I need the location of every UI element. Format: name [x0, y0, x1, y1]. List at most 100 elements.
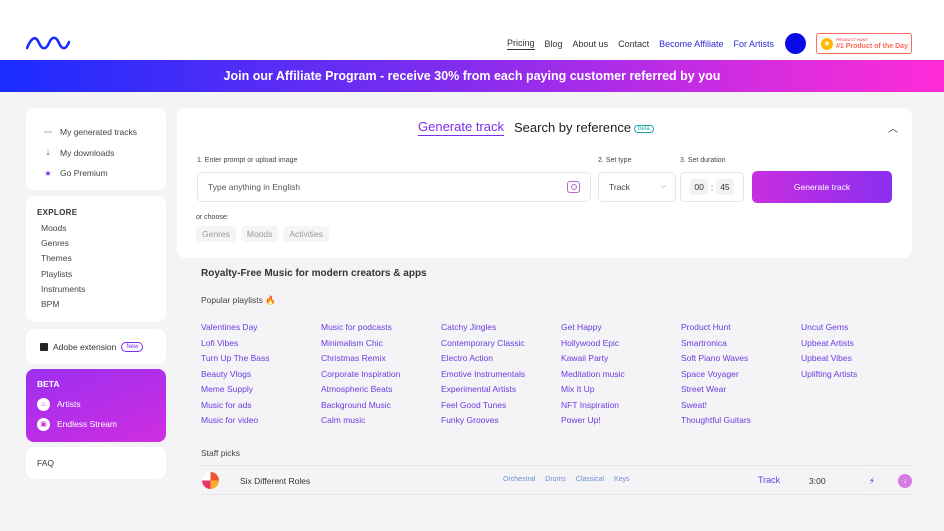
playlist-link[interactable]: Kawaii Party: [561, 353, 681, 369]
sidebar-item-endless-stream[interactable]: ▣ Endless Stream: [37, 414, 166, 434]
sidebar-item-instruments[interactable]: Instruments: [37, 284, 166, 299]
playlist-link[interactable]: Power Up!: [561, 415, 681, 431]
radio-icon: ▣: [37, 417, 50, 431]
playlist-link[interactable]: Upbeat Vibes: [801, 353, 921, 369]
playlist-link[interactable]: NFT Inspiration: [561, 400, 681, 416]
or-choose-label: or choose:: [196, 214, 229, 221]
playlist-link[interactable]: Lofi Vibes: [201, 338, 321, 354]
playlist-link[interactable]: Hollywood Epic: [561, 338, 681, 354]
sidebar-item-genres[interactable]: Genres: [37, 238, 166, 253]
track-row[interactable]: Six Different Roles Orchestral Drums Cla…: [201, 465, 912, 495]
label-type: 2. Set type: [598, 157, 632, 164]
track-type: Track: [758, 475, 781, 485]
playlist-link[interactable]: Turn Up The Bass: [201, 353, 321, 369]
medal-icon: ★: [821, 37, 833, 50]
playlist-link[interactable]: Corporate Inspiration: [321, 369, 441, 385]
sidebar-item-bpm[interactable]: BPM: [37, 299, 166, 314]
sidebar-item-themes[interactable]: Themes: [37, 253, 166, 268]
prompt-placeholder: Type anything in English: [208, 182, 301, 192]
track-tag[interactable]: Classical: [576, 476, 604, 483]
upload-image-icon[interactable]: [567, 181, 580, 193]
playlist-link[interactable]: Experimental Artists: [441, 384, 561, 400]
playlist-link[interactable]: Electro Action: [441, 353, 561, 369]
playlist-link[interactable]: Calm music: [321, 415, 441, 431]
sidebar-item-generated-tracks[interactable]: 〰 My generated tracks: [43, 122, 166, 143]
playlist-link[interactable]: Smartronica: [681, 338, 801, 354]
playlist-link[interactable]: Christmas Remix: [321, 353, 441, 369]
playlist-link[interactable]: Space Voyager: [681, 369, 801, 385]
chip-genres[interactable]: Genres: [196, 226, 236, 242]
chip-moods[interactable]: Moods: [240, 226, 279, 242]
playlist-link: [801, 400, 921, 416]
playlist-link[interactable]: Beauty Vlogs: [201, 369, 321, 385]
playlist-link[interactable]: Music for podcasts: [321, 322, 441, 338]
generate-track-button[interactable]: Generate track: [752, 171, 892, 203]
lightning-icon[interactable]: ⚡: [861, 471, 883, 491]
tab-generate-track[interactable]: Generate track: [418, 119, 504, 136]
track-tag[interactable]: Drums: [545, 476, 566, 483]
affiliate-banner[interactable]: Join our Affiliate Program - receive 30%…: [0, 60, 944, 92]
playlist-link[interactable]: Uplifting Artists: [801, 369, 921, 385]
playlist-link[interactable]: Upbeat Artists: [801, 338, 921, 354]
playlist-link[interactable]: Music for ads: [201, 400, 321, 416]
sidebar-item-playlists[interactable]: Playlists: [37, 269, 166, 284]
staff-picks-label: Staff picks: [201, 448, 241, 458]
playlist-link[interactable]: Background Music: [321, 400, 441, 416]
playlist-link[interactable]: Uncut Gems: [801, 322, 921, 338]
playlist-link[interactable]: Funky Grooves: [441, 415, 561, 431]
sidebar-item-go-premium[interactable]: ★ Go Premium: [43, 163, 166, 184]
playlist-link: [801, 384, 921, 400]
playlist-link[interactable]: Thoughtful Guitars: [681, 415, 801, 431]
sidebar-item-artists[interactable]: ♨ Artists: [37, 394, 166, 414]
download-icon[interactable]: ↓: [898, 474, 912, 488]
playlist-link[interactable]: Sweat!: [681, 400, 801, 416]
download-icon: ⤓: [46, 147, 50, 157]
chevron-up-icon[interactable]: ︿: [888, 120, 898, 135]
prompt-input[interactable]: Type anything in English: [197, 172, 591, 202]
label-prompt: 1. Enter prompt or upload image: [197, 157, 298, 164]
beta-badge: beta: [634, 124, 654, 133]
tab-search-by-reference[interactable]: Search by reference beta: [514, 120, 654, 135]
playlist-link[interactable]: Minimalism Chic: [321, 338, 441, 354]
playlist-link[interactable]: Music for video: [201, 415, 321, 431]
chip-activities[interactable]: Activities: [283, 226, 329, 242]
playlist-link[interactable]: Contemporary Classic: [441, 338, 561, 354]
avatar[interactable]: [785, 33, 806, 54]
logo-wave-icon[interactable]: [26, 36, 70, 50]
duration-input[interactable]: 00 : 45: [680, 172, 744, 202]
track-tag[interactable]: Orchestral: [503, 476, 535, 483]
playlist-link[interactable]: Product Hunt: [681, 322, 801, 338]
nav-about[interactable]: About us: [573, 39, 609, 49]
sidebar-item-moods[interactable]: Moods: [37, 223, 166, 238]
nav-blog[interactable]: Blog: [545, 39, 563, 49]
playlist-link[interactable]: Feel Good Tunes: [441, 400, 561, 416]
playlist-link[interactable]: Soft Piano Waves: [681, 353, 801, 369]
nav-for-artists[interactable]: For Artists: [733, 39, 774, 49]
choose-chips: Genres Moods Activities: [196, 226, 329, 242]
track-tag[interactable]: Keys: [614, 476, 630, 483]
playlist-link[interactable]: Get Happy: [561, 322, 681, 338]
duration-minutes[interactable]: 00: [690, 179, 708, 195]
playlist-link[interactable]: Meditation music: [561, 369, 681, 385]
duration-seconds[interactable]: 45: [716, 179, 734, 195]
sidebar-faq[interactable]: FAQ: [26, 447, 166, 479]
track-cover[interactable]: [202, 472, 219, 489]
product-hunt-badge[interactable]: ★ PRODUCT HUNT #1 Product of the Day: [816, 33, 912, 54]
playlist-link[interactable]: Catchy Jingles: [441, 322, 561, 338]
type-select[interactable]: Track ⌵: [598, 172, 676, 202]
banner-text: Join our Affiliate Program - receive 30%…: [223, 69, 721, 83]
playlist-link[interactable]: Valentines Day: [201, 322, 321, 338]
playlist-link[interactable]: Street Wear: [681, 384, 801, 400]
nav-become-affiliate[interactable]: Become Affiliate: [659, 39, 723, 49]
sidebar-item-downloads[interactable]: ⤓ My downloads: [43, 143, 166, 164]
sidebar-adobe-extension[interactable]: Adobe extension New: [26, 329, 166, 364]
playlist-link[interactable]: Meme Supply: [201, 384, 321, 400]
wave-icon: 〰: [44, 127, 52, 137]
playlist-link[interactable]: Mix It Up: [561, 384, 681, 400]
track-name[interactable]: Six Different Roles: [240, 476, 310, 486]
playlist-link[interactable]: Emotive Instrumentals: [441, 369, 561, 385]
playlist-link: [801, 415, 921, 431]
nav-contact[interactable]: Contact: [618, 39, 649, 49]
playlist-link[interactable]: Atmospheric Beats: [321, 384, 441, 400]
nav-pricing[interactable]: Pricing: [507, 38, 535, 50]
